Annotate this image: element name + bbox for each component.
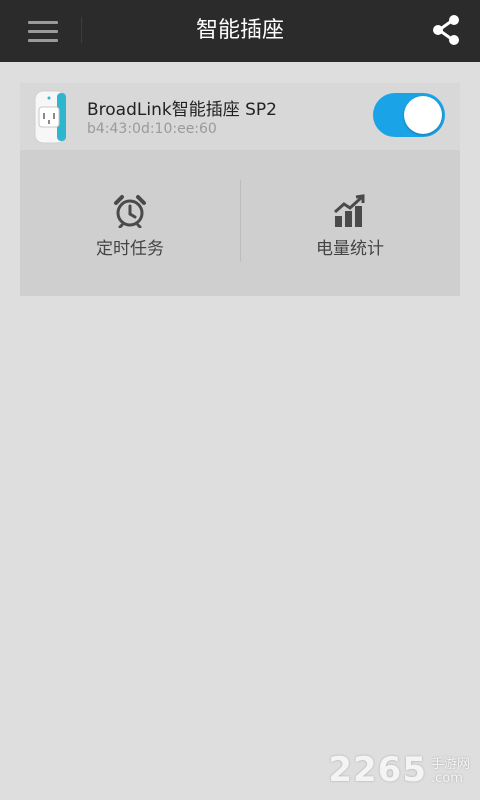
device-row[interactable]: BroadLink智能插座 SP2 b4:43:0d:10:ee:60 (20, 83, 460, 150)
page-title: 智能插座 (195, 18, 284, 43)
device-actions: 定时任务 电量统计 (20, 150, 460, 296)
share-button[interactable] (428, 12, 464, 48)
timer-task-label: 定时任务 (96, 239, 164, 259)
smart-plug-icon (31, 89, 71, 145)
timer-task-button[interactable]: 定时任务 (20, 150, 240, 296)
share-icon (433, 15, 459, 45)
power-stats-button[interactable]: 电量统计 (240, 150, 460, 296)
watermark-site-cn: 手游网 (430, 757, 470, 772)
toggle-knob (404, 96, 442, 134)
alarm-clock-icon (114, 195, 146, 228)
watermark-text: 手游网 .com (431, 758, 470, 786)
watermark-number: 2265 (328, 750, 427, 790)
device-name: BroadLink智能插座 SP2 (87, 100, 277, 120)
bar-chart-trend-icon (334, 194, 365, 227)
power-stats-label: 电量统计 (316, 239, 384, 259)
watermark-site-com: .com (430, 771, 463, 786)
device-card: BroadLink智能插座 SP2 b4:43:0d:10:ee:60 定时任务 (20, 83, 460, 296)
app-screen: 智能插座 BroadLink智能插座 SP2 b4:43:0d:10:ee:60… (0, 0, 480, 800)
power-toggle[interactable] (373, 93, 445, 137)
top-app-bar: 智能插座 (0, 0, 480, 62)
site-watermark: 2265 手游网 .com (328, 750, 470, 790)
device-mac-address: b4:43:0d:10:ee:60 (87, 121, 217, 137)
